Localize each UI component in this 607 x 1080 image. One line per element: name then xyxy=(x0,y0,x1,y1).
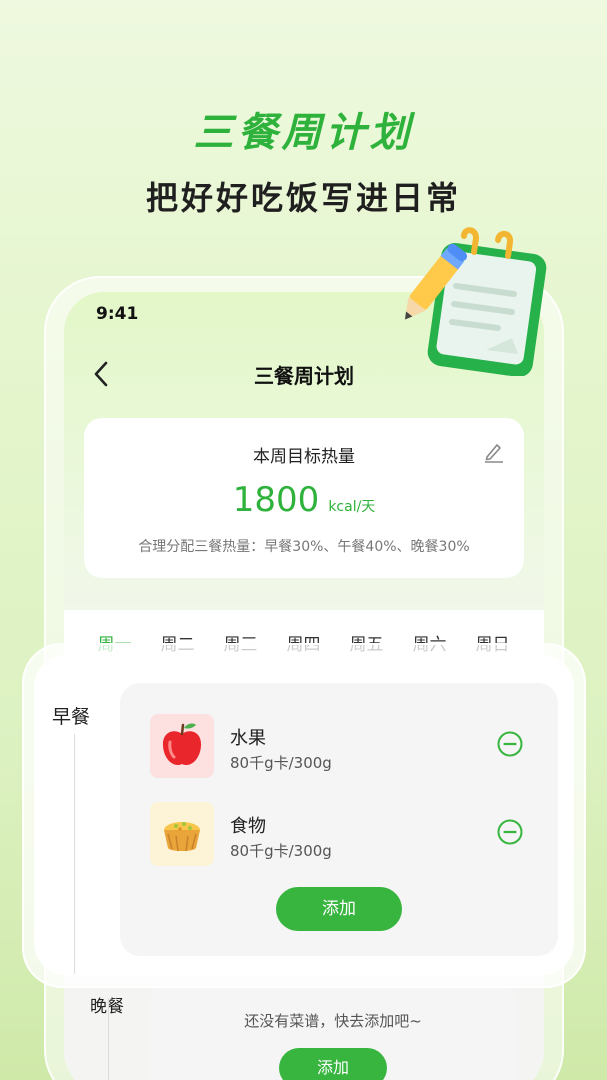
food-name: 水果 xyxy=(230,728,266,749)
calorie-distribution-text: 合理分配三餐热量：早餐30%、午餐40%、晚餐30% xyxy=(138,539,470,555)
timeline-line xyxy=(74,734,75,974)
edit-icon[interactable] xyxy=(482,440,506,464)
dinner-empty-text: 还没有菜谱，快去添加吧~ xyxy=(244,1012,422,1030)
food-item[interactable]: 食物 80千g卡/300g xyxy=(150,802,550,866)
hero-title: 三餐周计划 xyxy=(193,110,414,156)
minus-circle-icon[interactable] xyxy=(496,818,524,846)
food-item[interactable]: 水果 80千g卡/300g xyxy=(150,714,550,778)
food-calories: 80千g卡/300g xyxy=(230,842,332,860)
hero-subtitle: 把好好吃饭写进日常 xyxy=(145,179,461,217)
breakfast-add-button[interactable]: 添加 xyxy=(276,887,402,931)
dinner-add-button[interactable]: 添加 xyxy=(279,1048,387,1080)
calorie-value-row: 1800 kcal/天 xyxy=(84,480,524,520)
dinner-card: 还没有菜谱，快去添加吧~ 添加 xyxy=(148,986,518,1080)
breakfast-card: 水果 80千g卡/300g 食物 80千g卡/300g 添加 xyxy=(120,683,558,956)
status-time: 9:41 xyxy=(96,304,139,324)
food-calories: 80千g卡/300g xyxy=(230,754,332,772)
calorie-card-title: 本周目标热量 xyxy=(253,447,355,467)
dinner-label: 晚餐 xyxy=(90,997,124,1017)
tart-icon xyxy=(150,802,214,866)
food-name: 食物 xyxy=(230,816,266,837)
breakfast-label: 早餐 xyxy=(52,706,91,728)
notepad-icon xyxy=(398,226,550,377)
timeline-line xyxy=(108,998,109,1080)
apple-icon xyxy=(150,714,214,778)
calorie-target-card: 本周目标热量 1800 kcal/天 合理分配三餐热量：早餐30%、午餐40%、… xyxy=(84,418,524,578)
calorie-unit: kcal/天 xyxy=(328,499,376,515)
calorie-value: 1800 xyxy=(232,480,320,520)
minus-circle-icon[interactable] xyxy=(496,730,524,758)
